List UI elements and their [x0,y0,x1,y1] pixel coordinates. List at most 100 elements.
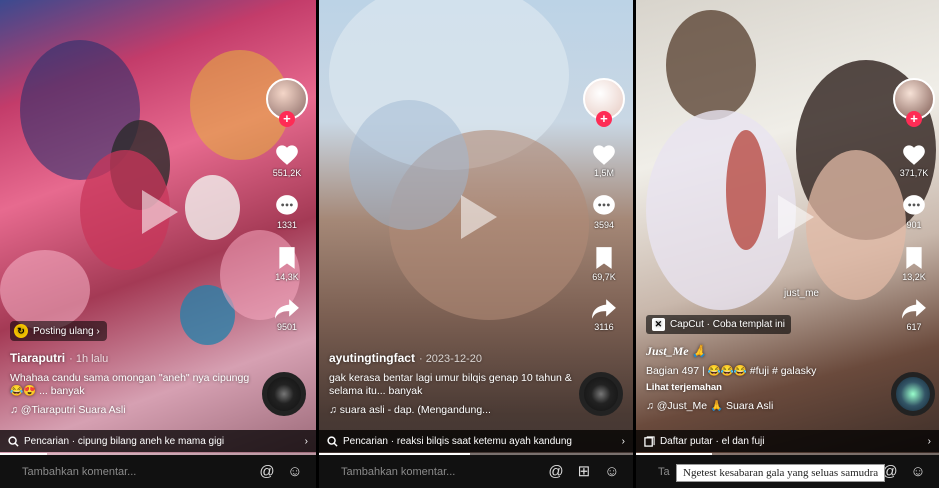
child-hair-shape [665,10,756,120]
bookmark-icon [279,247,295,269]
chevron-right-icon: › [621,435,625,447]
video-panel-1[interactable]: + 551,2K 1331 14,3K 9501 ↻ Posting ulang … [0,0,316,488]
action-rail: + 371,7K 901 13,2K 617 [891,78,937,332]
comment-button[interactable]: 1331 [274,194,300,230]
sound-label[interactable]: ♫ suara asli - dap. (Mengandung... [329,404,579,416]
creator-avatar[interactable]: + [265,78,308,127]
bookmark-button[interactable]: 69,7K [592,246,616,282]
comment-button[interactable]: 901 [901,194,927,230]
comment-count: 1331 [276,220,297,230]
capcut-template-badge[interactable]: ✕ CapCut · Coba templat ini [645,315,792,334]
share-icon [275,299,299,319]
bookmark-button[interactable]: 13,2K [902,246,926,282]
heart-icon [276,145,298,165]
share-icon [592,299,616,319]
play-icon[interactable] [460,195,497,239]
post-time: · 1h lalu [69,353,109,365]
caption[interactable]: gak kerasa bentar lagi umur bilqis genap… [329,372,579,398]
share-count: 617 [906,322,922,332]
comment-bar: Tambahkan komentar... @ ⊞ ☺ [318,455,633,488]
translate-link[interactable]: Lihat terjemahan [646,382,886,393]
search-suggestion-bar[interactable]: Pencarian · cipung bilang aneh ke mama g… [0,430,316,452]
follow-plus-icon[interactable]: + [906,111,922,127]
bookmark-count: 69,7K [592,272,616,282]
share-button[interactable]: 617 [901,298,927,332]
at-icon[interactable]: @ [258,463,276,481]
bookmark-count: 13,2K [902,272,926,282]
play-icon[interactable] [142,190,178,234]
video-info: ✕ CapCut · Coba templat ini Just_Me 🙏 Bag… [645,314,886,412]
share-button[interactable]: 3116 [591,298,617,332]
tie-shape [725,130,766,250]
playlist-icon [644,435,655,447]
follow-plus-icon[interactable]: + [278,111,295,127]
comment-count: 901 [906,220,922,230]
search-suggestion-text: Pencarian · reaksi bilqis saat ketemu ay… [342,435,572,447]
bookmark-count: 14,3K [275,272,299,282]
like-button[interactable]: 1,5M [591,142,617,178]
action-rail: + 1,5M 3594 69,7K 3116 [581,78,627,332]
creator-avatar[interactable]: + [582,78,625,127]
sound-label[interactable]: ♫ @Just_Me 🙏 Suara Asli [646,399,886,412]
share-count: 3116 [594,322,614,332]
sticker-label: just_me [783,288,819,299]
sound-label[interactable]: ♫ @Tiaraputri Suara Asli [10,404,260,416]
like-count: 371,7K [899,168,929,178]
username[interactable]: Tiaraputri [10,351,65,365]
tiktok-feed: + 551,2K 1331 14,3K 9501 ↻ Posting ulang … [0,0,939,488]
like-button[interactable]: 371,7K [899,142,929,178]
share-icon [902,299,926,319]
share-button[interactable]: 9501 [274,298,300,332]
heart-icon [593,145,615,165]
repost-icon: ↻ [14,324,28,338]
comment-input[interactable]: Tambahkan komentar... [341,466,537,478]
emoji-icon[interactable]: ☺ [909,463,927,481]
play-icon[interactable] [777,195,814,239]
bookmark-icon [906,247,922,269]
comment-icon [593,195,615,215]
caption[interactable]: Bagian 497 | 😂😂😂 #fuji # galasky [646,365,886,378]
gift-icon[interactable]: ⊞ [575,463,593,481]
like-button[interactable]: 551,2K [273,142,301,178]
music-disc[interactable] [261,372,306,416]
creator-avatar[interactable]: + [893,78,935,127]
chevron-right-icon: › [304,435,308,447]
caption[interactable]: Whahaa candu sama omongan "aneh" nya cip… [10,372,260,398]
fabric-shape [348,100,469,230]
video-panel-2[interactable]: + 1,5M 3594 69,7K 3116 ayutingtingfact · … [318,0,633,488]
heart-icon [903,145,925,165]
username[interactable]: Just_Me 🙏 [646,344,707,358]
video-title-tooltip: Ngetest kesabaran gala yang seluas samud… [676,464,886,482]
comment-button[interactable]: 3594 [591,194,617,230]
chevron-right-icon: › [927,435,931,447]
child-pajama-shape [645,110,796,310]
action-rail: + 551,2K 1331 14,3K 9501 [264,78,310,332]
like-count: 1,5M [593,168,614,178]
child-silhouette [185,175,240,240]
video-panel-3[interactable]: just_me + 371,7K 901 13,2K 617 ✕ CapCut ·… [635,0,939,488]
follow-plus-icon[interactable]: + [595,111,612,127]
comment-icon [276,195,298,215]
playlist-text: Daftar putar · el dan fuji [659,435,765,447]
comment-count: 3594 [593,220,614,230]
video-info: ayutingtingfact · 2023-12-20 gak kerasa b… [329,349,579,416]
username[interactable]: ayutingtingfact [329,351,415,365]
comment-input[interactable]: Tambahkan komentar... [22,466,248,478]
search-suggestion-bar[interactable]: Pencarian · reaksi bilqis saat ketemu ay… [318,430,633,452]
search-icon [327,435,338,447]
bookmark-button[interactable]: 14,3K [275,246,299,282]
bookmark-icon [596,247,612,269]
repost-label: Posting ulang › [33,325,100,337]
share-count: 9501 [276,322,297,332]
capcut-icon: ✕ [651,318,665,331]
playlist-bar[interactable]: Daftar putar · el dan fuji › [635,430,939,452]
comment-bar: Tambahkan komentar... @ ☺ [0,455,316,488]
flower-decoration [0,250,90,330]
at-icon[interactable]: @ [547,463,565,481]
emoji-icon[interactable]: ☺ [286,463,304,481]
emoji-icon[interactable]: ☺ [603,463,621,481]
music-disc[interactable] [578,372,623,416]
repost-badge[interactable]: ↻ Posting ulang › [10,321,107,341]
search-icon [8,435,19,447]
music-disc[interactable] [891,372,935,416]
